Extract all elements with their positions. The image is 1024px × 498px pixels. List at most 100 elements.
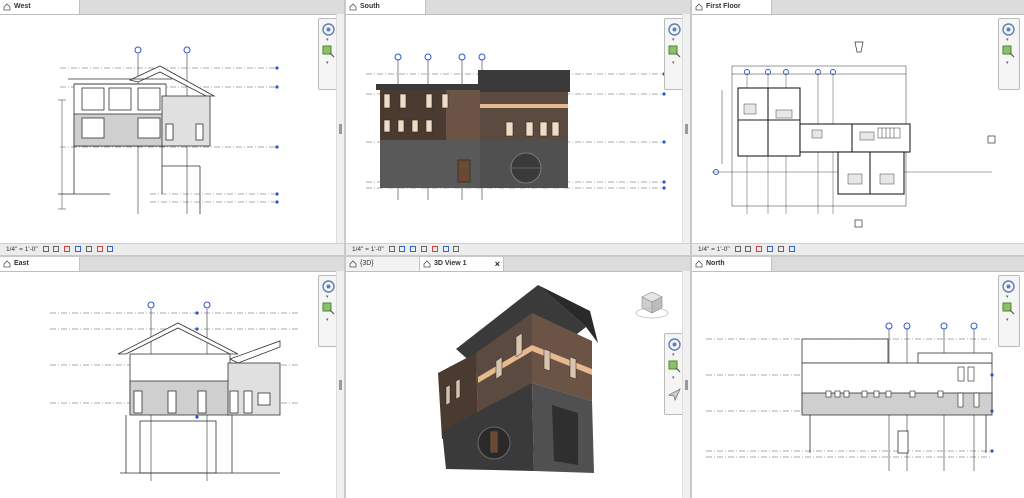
steering-wheel-icon[interactable]	[322, 23, 335, 36]
3d-house	[438, 285, 598, 473]
east-grid-bubbles	[147, 301, 211, 309]
steering-wheel-icon[interactable]	[668, 23, 681, 36]
north-elevation-canvas[interactable]: ▾ ▾	[692, 271, 1024, 498]
house-icon	[349, 260, 357, 268]
house-icon	[3, 3, 11, 11]
chevron-down-icon[interactable]: ▾	[326, 294, 329, 300]
tab-west-label: West	[14, 3, 31, 10]
shadows-icon[interactable]	[420, 246, 427, 253]
zoom-icon[interactable]	[668, 360, 681, 373]
steering-wheel-icon[interactable]	[1002, 280, 1015, 293]
chevron-down-icon[interactable]: ▾	[326, 317, 329, 323]
south-elevation-canvas[interactable]: ▾ ▾	[346, 14, 690, 244]
chevron-down-icon[interactable]: ▾	[1006, 294, 1009, 300]
grid-bubble	[183, 46, 191, 54]
pane-east-tabbar: East	[0, 257, 344, 272]
vertical-scrollbar[interactable]	[336, 271, 344, 498]
view-scale[interactable]: 1/4" = 1'-0"	[352, 246, 384, 253]
zoom-icon[interactable]	[322, 45, 335, 58]
crop-view-icon[interactable]	[85, 246, 92, 253]
temporary-hide-icon[interactable]	[96, 246, 103, 253]
tab-south-label: South	[360, 3, 380, 10]
viewcube-icon	[635, 291, 669, 319]
steering-wheel-icon[interactable]	[1002, 23, 1015, 36]
chevron-down-icon[interactable]: ▾	[672, 37, 675, 43]
tab-3d-view-1[interactable]: 3D View 1 ×	[420, 257, 504, 271]
house-icon	[3, 260, 11, 268]
view-scale[interactable]: 1/4" = 1'-0"	[6, 246, 38, 253]
temporary-hide-icon[interactable]	[788, 246, 795, 253]
east-house	[117, 322, 281, 474]
tab-3d-default-label: {3D}	[360, 260, 374, 267]
steering-wheel-icon[interactable]	[322, 280, 335, 293]
west-elevation-drawing	[58, 46, 279, 214]
chevron-down-icon[interactable]: ▾	[672, 60, 675, 66]
chevron-down-icon[interactable]: ▾	[326, 60, 329, 66]
west-elevation-canvas[interactable]: ▾ ▾	[0, 14, 344, 244]
shadows-icon[interactable]	[74, 246, 81, 253]
detail-level-icon[interactable]	[734, 246, 741, 253]
chevron-down-icon[interactable]: ▾	[672, 375, 675, 381]
temporary-hide-icon[interactable]	[442, 246, 449, 253]
tab-first-floor[interactable]: First Floor	[692, 0, 772, 14]
chevron-down-icon[interactable]: ▾	[326, 37, 329, 43]
pane-north[interactable]: North ▾ ▾	[692, 257, 1024, 498]
tab-north[interactable]: North	[692, 257, 772, 271]
south-house	[376, 70, 570, 188]
vertical-scrollbar[interactable]	[682, 14, 690, 244]
crop-view-icon[interactable]	[777, 246, 784, 253]
zoom-icon[interactable]	[1002, 45, 1015, 58]
view-control-bar: 1/4" = 1'-0"	[0, 243, 344, 255]
chevron-down-icon[interactable]: ▾	[1006, 60, 1009, 66]
pane-south[interactable]: South ▾ ▾ 1/4" = 1'-0"	[346, 0, 690, 255]
zoom-icon[interactable]	[668, 45, 681, 58]
grid-bubble	[134, 46, 142, 54]
view-control-bar: 1/4" = 1'-0"	[692, 243, 1024, 255]
chevron-down-icon[interactable]: ▾	[672, 352, 675, 358]
north-elevation-drawing	[706, 322, 994, 471]
pane-3d-tabbar: {3D} 3D View 1 ×	[346, 257, 690, 272]
north-grid-bubbles	[885, 322, 978, 330]
pane-first-floor[interactable]: First Floor ▾ ▾ 1/4" = 1'-0"	[692, 0, 1024, 255]
pane-3d-view[interactable]: {3D} 3D View 1 × ▾ ▾	[346, 257, 690, 498]
close-icon[interactable]: ×	[495, 257, 500, 271]
tab-south[interactable]: South	[346, 0, 426, 14]
view-control-bar: 1/4" = 1'-0"	[346, 243, 690, 255]
tab-3d-view-1-label: 3D View 1	[434, 260, 467, 267]
navigation-bar[interactable]: ▾ ▾	[998, 18, 1020, 90]
crop-view-icon[interactable]	[431, 246, 438, 253]
floor-plan-canvas[interactable]: ▾ ▾	[692, 14, 1024, 244]
reveal-hidden-icon[interactable]	[107, 246, 114, 253]
zoom-icon[interactable]	[322, 302, 335, 315]
pane-west[interactable]: West ▾ ▾ 1/4" = 1'-0"	[0, 0, 344, 255]
tab-west[interactable]: West	[0, 0, 80, 14]
tab-3d-default[interactable]: {3D}	[346, 257, 420, 271]
vertical-scrollbar[interactable]	[336, 14, 344, 244]
visual-style-icon[interactable]	[745, 246, 752, 253]
sun-path-icon[interactable]	[64, 246, 71, 253]
south-grid-bubbles	[394, 53, 486, 61]
pane-east[interactable]: East ▾ ▾	[0, 257, 344, 498]
pane-first-floor-tabbar: First Floor	[692, 0, 1024, 15]
reveal-hidden-icon[interactable]	[453, 246, 460, 253]
navigation-bar[interactable]: ▾ ▾	[998, 275, 1020, 347]
tab-north-label: North	[706, 260, 725, 267]
detail-level-icon[interactable]	[42, 246, 49, 253]
chevron-down-icon[interactable]: ▾	[1006, 37, 1009, 43]
chevron-down-icon[interactable]: ▾	[1006, 317, 1009, 323]
sun-path-icon[interactable]	[410, 246, 417, 253]
3d-view-canvas[interactable]: ▾ ▾	[346, 271, 690, 498]
detail-level-icon[interactable]	[388, 246, 395, 253]
tab-east[interactable]: East	[0, 257, 80, 271]
fly-icon[interactable]	[668, 388, 681, 401]
house-icon	[423, 260, 431, 268]
visual-style-icon[interactable]	[53, 246, 60, 253]
zoom-icon[interactable]	[1002, 302, 1015, 315]
sun-path-icon[interactable]	[756, 246, 763, 253]
east-elevation-canvas[interactable]: ▾ ▾	[0, 271, 344, 498]
steering-wheel-icon[interactable]	[668, 338, 681, 351]
view-scale[interactable]: 1/4" = 1'-0"	[698, 246, 730, 253]
shadows-icon[interactable]	[766, 246, 773, 253]
vertical-scrollbar[interactable]	[682, 271, 690, 498]
visual-style-icon[interactable]	[399, 246, 406, 253]
